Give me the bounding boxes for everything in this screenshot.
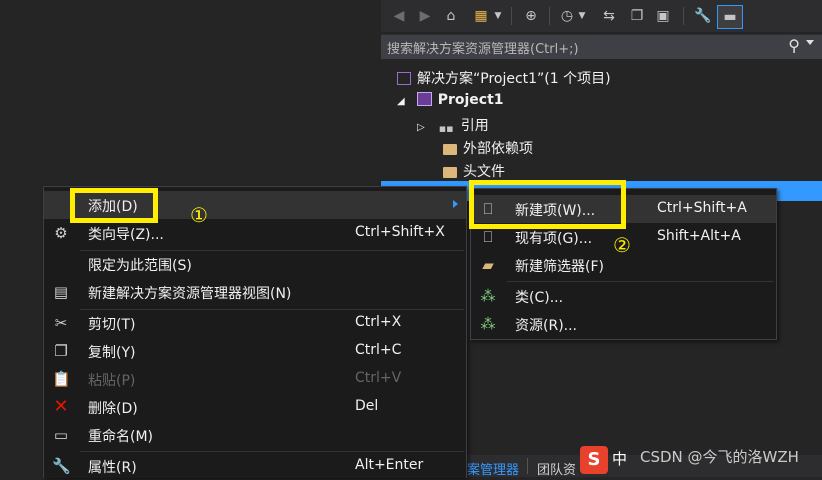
tree-item-solution[interactable]: 解决方案“Project1”(1 个项目) (397, 68, 611, 88)
existing-item-icon: ⎕ (483, 228, 493, 246)
menu-item-label: 属性(R) (88, 460, 137, 476)
menu-item-label: 复制(Y) (88, 345, 136, 361)
context-menu: 添加(D) ⚙ 类向导(Z)... Ctrl+Shift+X 限定为此范围(S)… (43, 186, 467, 478)
delete-icon: ✕ (53, 396, 69, 417)
menu-item-label: 新建筛选器(F) (515, 259, 604, 275)
menu-item-label: 限定为此范围(S) (88, 258, 192, 274)
project-icon (416, 92, 432, 106)
tab-solution-explorer[interactable]: 案管理器 (467, 459, 519, 478)
show-all-files-icon[interactable]: ▣ (653, 6, 673, 26)
submenu-item-resource[interactable]: ⁂ 资源(R)... (471, 310, 776, 338)
submenu-arrow-icon (453, 200, 458, 208)
class-wizard-icon: ⚙ (54, 224, 68, 242)
toolbar-separator (511, 7, 512, 25)
menu-item-shortcut: Del (355, 398, 379, 414)
menu-item-shortcut: Ctrl+X (355, 314, 402, 330)
menu-item-cut[interactable]: ✂ 剪切(T) Ctrl+X (44, 309, 466, 337)
menu-item-properties[interactable]: 🔧 属性(R) Alt+Enter (44, 452, 466, 480)
menu-item-label: 粘贴(P) (88, 373, 136, 389)
menu-item-copy[interactable]: ❐ 复制(Y) Ctrl+C (44, 337, 466, 365)
menu-item-new-view[interactable]: ▤ 新建解决方案资源管理器视图(N) (44, 278, 466, 306)
toolbar-separator (683, 7, 684, 25)
tab-team-explorer[interactable]: 团队资 (537, 459, 576, 478)
highlight-box-add (70, 188, 158, 223)
menu-item-label: 新建解决方案资源管理器视图(N) (88, 286, 292, 302)
new-filter-icon: ▰ (482, 256, 494, 274)
resource-icon: ⁂ (480, 315, 496, 333)
menu-item-shortcut: Ctrl+Shift+X (355, 224, 445, 240)
tree-item-label: Project1 (437, 92, 504, 108)
cut-icon: ✂ (54, 314, 68, 332)
forward-icon[interactable]: ▶ (415, 6, 435, 26)
menu-item-label: 现有项(G)... (515, 231, 593, 247)
properties-icon[interactable]: 🔧 (693, 6, 713, 26)
tree-item-label: 外部依赖项 (463, 141, 533, 157)
tree-item-label: 解决方案“Project1”(1 个项目) (417, 71, 611, 87)
solution-icon (397, 72, 411, 85)
sync-icon[interactable]: ⇆ (599, 6, 619, 26)
home-icon[interactable]: ⌂ (441, 6, 461, 26)
tree-item-external-deps[interactable]: 外部依赖项 (443, 138, 533, 158)
solution-explorer-search[interactable]: 搜索解决方案资源管理器(Ctrl+;) ⚲ (381, 34, 822, 59)
menu-item-label: 剪切(T) (88, 317, 136, 333)
search-input[interactable]: 搜索解决方案资源管理器(Ctrl+;) (387, 38, 579, 57)
search-icon[interactable]: ⚲ (788, 36, 800, 55)
menu-item-label: 重命名(M) (88, 429, 154, 445)
menu-item-shortcut: Alt+Enter (355, 457, 424, 473)
toolbar-separator (549, 7, 550, 25)
expanded-arrow-icon: ◢ (397, 96, 405, 107)
step-marker-2: ② (613, 233, 631, 257)
menu-item-delete[interactable]: ✕ 删除(D) Del (44, 393, 466, 421)
submenu-item-class[interactable]: ⁂ 类(C)... (471, 282, 776, 310)
tree-item-project[interactable]: ◢ Project1 (397, 92, 504, 108)
menu-item-label: 删除(D) (88, 401, 138, 417)
tree-item-references[interactable]: ▷ ▪▪ 引用 (417, 115, 489, 136)
new-view-icon: ▤ (53, 283, 69, 301)
copy-icon: ❐ (54, 342, 68, 360)
class-icon: ⁂ (480, 287, 496, 305)
switch-views-icon[interactable]: ▦ (469, 6, 493, 26)
auto-hide-icon[interactable]: ▬ (717, 5, 743, 29)
ime-logo-icon[interactable]: S (580, 446, 608, 474)
ime-mode[interactable]: 中 (612, 448, 627, 469)
menu-item-label: 资源(R)... (515, 318, 578, 334)
menu-item-shortcut: Shift+Alt+A (657, 228, 741, 244)
step-marker-1: ① (190, 203, 208, 227)
menu-item-label: 类向导(Z)... (88, 227, 164, 243)
tree-item-label: 引用 (460, 118, 489, 134)
watermark: CSDN @今飞的洛WZH (640, 448, 799, 466)
chevron-down-icon[interactable]: ▼ (577, 6, 587, 26)
menu-item-class-wizard[interactable]: ⚙ 类向导(Z)... Ctrl+Shift+X (44, 219, 466, 247)
menu-item-label: 类(C)... (515, 290, 564, 306)
pending-changes-icon[interactable]: ◷ (557, 6, 577, 26)
paste-icon: 📋 (52, 370, 71, 388)
menu-item-shortcut: Ctrl+Shift+A (657, 200, 747, 216)
folder-icon (443, 167, 457, 178)
chevron-down-icon[interactable] (806, 40, 814, 45)
back-icon[interactable]: ◀ (389, 6, 409, 26)
rename-icon: ▭ (53, 426, 69, 444)
menu-item-shortcut: Ctrl+C (355, 342, 402, 358)
references-icon: ▪▪ (438, 122, 454, 135)
globe-icon[interactable]: ⊕ (521, 6, 541, 26)
collapsed-arrow-icon: ▷ (417, 122, 425, 133)
copy-icon[interactable]: ❐ (627, 6, 647, 26)
highlight-box-new-item (469, 180, 626, 229)
tab-divider (527, 458, 528, 474)
chevron-down-icon[interactable]: ▼ (493, 6, 503, 26)
menu-item-shortcut: Ctrl+V (355, 370, 402, 386)
wrench-icon: 🔧 (52, 457, 71, 475)
menu-item-scope-to-this[interactable]: 限定为此范围(S) (44, 250, 466, 278)
tree-item-header-files[interactable]: 头文件 (443, 161, 505, 181)
solution-explorer-toolbar: ◀ ▶ ⌂ ▦ ▼ ⊕ ◷ ▼ ⇆ ❐ ▣ 🔧 ▬ (381, 0, 822, 32)
folder-icon (443, 144, 457, 155)
menu-item-rename[interactable]: ▭ 重命名(M) (44, 421, 466, 449)
menu-item-paste[interactable]: 📋 粘贴(P) Ctrl+V (44, 365, 466, 393)
tree-item-label: 头文件 (463, 164, 505, 180)
